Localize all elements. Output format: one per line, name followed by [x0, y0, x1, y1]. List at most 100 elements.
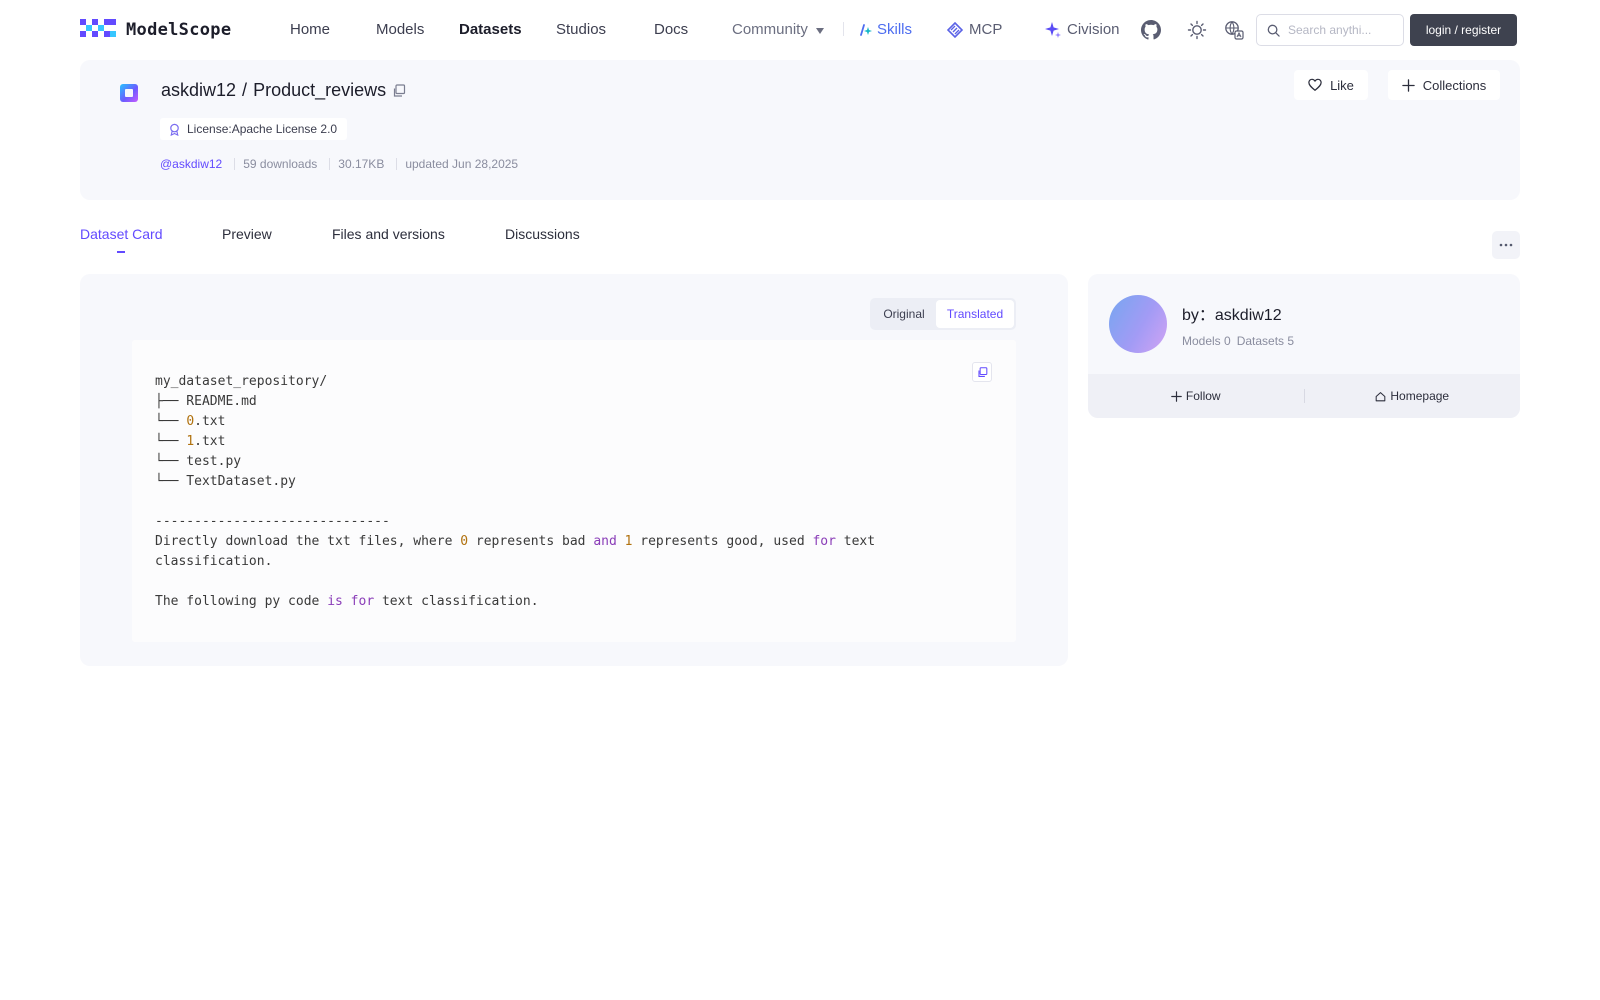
dataset-repo-icon	[120, 84, 138, 102]
homepage-label: Homepage	[1390, 389, 1450, 403]
more-options-button[interactable]	[1492, 231, 1520, 259]
nav-skills-label: Skills	[877, 21, 913, 38]
author-models-count: Models 0	[1182, 334, 1231, 348]
modelscope-logo[interactable]: ModelScope	[80, 19, 231, 41]
toggle-translated[interactable]: Translated	[936, 300, 1014, 328]
dataset-title: askdiw12 / Product_reviews	[161, 80, 406, 101]
author-card: by：askdiw12 Models 0 Datasets 5 Follow H…	[1088, 274, 1520, 418]
collections-button[interactable]: Collections	[1388, 70, 1500, 100]
author-actions: Follow Homepage	[1088, 374, 1520, 418]
badge-icon	[170, 123, 179, 136]
follow-label: Follow	[1185, 389, 1221, 403]
meta-divider	[234, 158, 236, 170]
avatar[interactable]	[1109, 295, 1167, 353]
code-token: represents good, used	[632, 534, 813, 549]
brand-name: ModelScope	[126, 20, 232, 40]
plus-icon	[1171, 390, 1182, 402]
search-box[interactable]	[1256, 14, 1404, 46]
author-datasets-count: Datasets 5	[1236, 334, 1295, 348]
copy-icon[interactable]	[392, 83, 406, 98]
readme-code-block: my_dataset_repository/ ├── README.md └── 0…	[132, 340, 1016, 642]
title-separator: /	[242, 80, 248, 100]
code-line: classification.	[155, 552, 875, 572]
nav-studios[interactable]: Studios	[556, 21, 606, 38]
follow-button[interactable]: Follow	[1088, 389, 1304, 403]
chevron-down-icon	[815, 27, 824, 34]
code-keyword: and	[593, 534, 617, 549]
heart-icon	[1308, 78, 1322, 92]
nav-mcp[interactable]: MCP	[947, 21, 1002, 38]
copy-icon	[977, 366, 987, 377]
top-navbar: ModelScope Home Models Datasets Studios …	[0, 0, 1600, 60]
code-number: 0	[186, 414, 195, 429]
code-line: my_dataset_repository/	[155, 372, 875, 392]
nav-datasets[interactable]: Datasets	[459, 21, 522, 38]
code-line: ├── README.md	[155, 392, 875, 412]
ellipsis-icon	[1499, 243, 1513, 247]
nav-mcp-label: MCP	[969, 21, 1003, 38]
toggle-original[interactable]: Original	[872, 300, 936, 328]
tab-dataset-card[interactable]: Dataset Card	[80, 226, 162, 242]
modelscope-logo-icon	[80, 19, 118, 41]
nav-civision-label: Civision	[1067, 21, 1120, 38]
nav-civision[interactable]: Civision	[1045, 21, 1120, 38]
meta-divider	[329, 158, 331, 170]
code-text: my_dataset_repository/ ├── README.md └── 0…	[155, 372, 875, 612]
copy-code-button[interactable]	[972, 362, 992, 382]
active-tab-indicator	[117, 251, 125, 253]
nav-community-label: Community	[732, 21, 808, 38]
code-token: └── TextDataset.py	[155, 474, 296, 489]
owner-handle-link[interactable]: @askdiw12	[160, 157, 222, 171]
nav-home[interactable]: Home	[290, 21, 330, 38]
sparkle-icon	[1045, 21, 1061, 38]
code-line: └── TextDataset.py	[155, 472, 875, 492]
dataset-owner[interactable]: askdiw12	[161, 80, 236, 101]
code-token: classification.	[155, 554, 273, 569]
homepage-button[interactable]: Homepage	[1305, 389, 1521, 403]
tab-discussions[interactable]: Discussions	[505, 226, 580, 242]
nav-community[interactable]: Community	[732, 21, 824, 38]
dataset-name: Product_reviews	[253, 80, 387, 100]
nav-skills[interactable]: Skills	[858, 21, 912, 38]
code-keyword: for	[812, 534, 836, 549]
code-token: └── test.py	[155, 454, 242, 469]
home-icon	[1376, 391, 1386, 401]
dataset-card-content: Original Translated my_dataset_repositor…	[80, 274, 1068, 666]
nav-models[interactable]: Models	[376, 21, 424, 38]
license-tag[interactable]: License:Apache License 2.0	[160, 118, 348, 140]
skills-icon	[860, 23, 872, 36]
code-line: └── test.py	[155, 452, 875, 472]
github-link[interactable]	[1140, 19, 1162, 41]
tab-preview[interactable]: Preview	[222, 226, 272, 242]
translate-icon	[1225, 21, 1244, 40]
code-token: ------------------------------	[155, 514, 390, 529]
code-line: └── 1.txt	[155, 432, 875, 452]
code-token: ├── README.md	[155, 394, 257, 409]
language-toggle: Original Translated	[870, 298, 1016, 330]
search-icon	[1267, 24, 1280, 37]
login-register-button[interactable]: login / register	[1410, 14, 1517, 46]
collections-label: Collections	[1422, 77, 1487, 93]
like-label: Like	[1330, 77, 1354, 93]
nav-docs[interactable]: Docs	[654, 21, 688, 38]
code-keyword: for	[350, 594, 375, 609]
tab-files-and-versions[interactable]: Files and versions	[332, 226, 445, 242]
author-stats: Models 0 Datasets 5	[1182, 334, 1294, 348]
like-button[interactable]: Like	[1294, 70, 1368, 100]
github-icon	[1141, 20, 1161, 40]
theme-toggle[interactable]	[1186, 19, 1208, 41]
search-input[interactable]	[1288, 23, 1388, 37]
author-name[interactable]: by：askdiw12	[1182, 301, 1282, 325]
meta-divider	[396, 158, 398, 170]
code-number: 0	[460, 534, 469, 549]
language-switch[interactable]	[1223, 19, 1245, 41]
license-label: License:Apache License 2.0	[187, 122, 338, 136]
code-token: The following py code	[155, 594, 328, 609]
code-token: represents bad	[468, 534, 594, 549]
code-token: text classification.	[374, 594, 539, 609]
dataset-meta: @askdiw12 59 downloads 30.17KB updated J…	[160, 157, 518, 171]
code-number: 1	[186, 434, 195, 449]
